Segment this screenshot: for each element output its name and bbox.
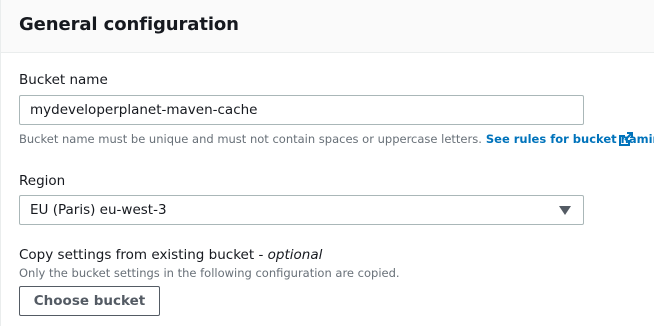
external-link-icon[interactable] [618, 131, 634, 147]
panel-title: General configuration [19, 14, 239, 35]
copy-settings-label-text: Copy settings from existing bucket - [19, 247, 268, 263]
general-configuration-panel: General configuration Bucket name mydeve… [0, 0, 654, 326]
copy-settings-label: Copy settings from existing bucket - opt… [19, 247, 322, 263]
copy-settings-hint: Only the bucket settings in the followin… [19, 266, 400, 280]
bucket-name-value: mydeveloperplanet-maven-cache [30, 102, 258, 118]
region-label: Region [19, 173, 66, 189]
bucket-name-input[interactable]: mydeveloperplanet-maven-cache [19, 95, 584, 125]
region-selected-value: EU (Paris) eu-west-3 [30, 202, 167, 218]
bucket-name-hint-text: Bucket name must be unique and must not … [19, 132, 482, 146]
region-select[interactable]: EU (Paris) eu-west-3 [19, 195, 584, 225]
bucket-name-label: Bucket name [19, 72, 108, 88]
panel-header: General configuration [1, 0, 654, 53]
choose-bucket-button[interactable]: Choose bucket [19, 286, 160, 316]
bucket-name-hint: Bucket name must be unique and must not … [19, 132, 654, 146]
caret-down-icon [559, 206, 571, 215]
optional-tag: optional [267, 247, 323, 263]
